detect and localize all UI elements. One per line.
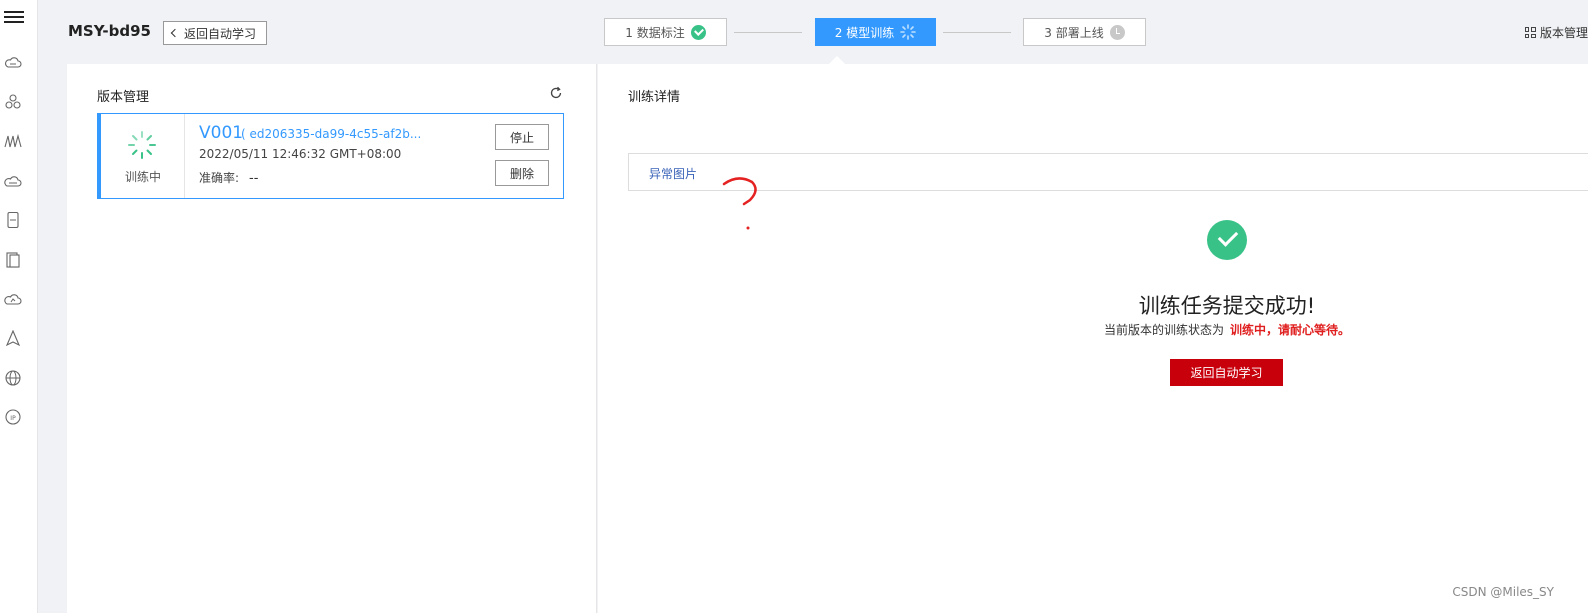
version-timestamp: 2022/05/11 12:46:32 GMT+08:00 — [199, 147, 402, 161]
check-circle-icon — [690, 24, 706, 40]
hamburger-menu-icon[interactable] — [4, 8, 24, 28]
success-title: 训练任务提交成功! — [1138, 294, 1316, 318]
version-id: ( ed206335-da99-4c55-af2b... — [241, 127, 422, 141]
step-data-labeling[interactable]: 1 数据标注 — [604, 18, 727, 46]
svg-text:IP: IP — [10, 415, 16, 422]
step-connector — [943, 32, 1011, 33]
cloud-service-icon[interactable] — [4, 54, 22, 72]
accuracy-value: -- — [249, 171, 259, 186]
details-tab-bar: 异常图片 — [628, 153, 1588, 191]
version-management-label: 版本管理 — [1539, 26, 1588, 40]
panel-title: 训练详情 — [628, 90, 681, 105]
version-management-link[interactable]: 版本管理 — [1524, 24, 1588, 41]
status-label: 训练中 — [124, 170, 161, 184]
delete-button[interactable]: 删除 — [495, 160, 549, 186]
top-bar: MSY-bd95 返回自动学习 1 数据标注 2 模型训练 3 部署上线 版本管… — [38, 0, 1588, 64]
refresh-icon[interactable] — [549, 86, 563, 100]
stop-button[interactable]: 停止 — [495, 124, 549, 150]
step-model-training[interactable]: 2 模型训练 — [815, 18, 936, 46]
step-label: 1 数据标注 — [625, 25, 685, 40]
grid-icon — [1524, 27, 1536, 38]
training-spinner-icon — [128, 131, 156, 159]
return-to-autolearning-button[interactable]: 返回自动学习 — [1170, 359, 1283, 386]
step-label: 2 模型训练 — [834, 25, 895, 40]
version-status: 训练中 — [101, 114, 185, 198]
watermark: CSDN @Miles_SY — [1452, 585, 1554, 599]
loading-spinner-icon — [900, 24, 917, 40]
success-check-icon — [1207, 220, 1247, 260]
version-card[interactable]: 训练中 V001 ( ed206335-da99-4c55-af2b... 20… — [97, 113, 564, 199]
tab-abnormal-images[interactable]: 异常图片 — [649, 165, 697, 182]
accuracy-label: 准确率: — [199, 171, 240, 185]
step-label: 3 部署上线 — [1044, 25, 1104, 40]
back-button-label: 返回自动学习 — [184, 26, 257, 41]
back-to-autolearning-button[interactable]: 返回自动学习 — [163, 21, 268, 45]
waveform-icon[interactable] — [4, 132, 22, 150]
version-management-panel: 版本管理 训练中 V001 ( ed206335-da99-4c55-af2b.… — [67, 64, 597, 613]
device-icon[interactable] — [4, 211, 22, 229]
version-accuracy: 准确率: -- — [199, 169, 258, 186]
chevron-left-icon — [170, 28, 180, 38]
training-details-panel: 训练详情 异常图片 训练任务提交成功! 当前版本的训练状态为 训练中，请耐心等待。… — [598, 64, 1588, 613]
ip-icon[interactable]: IP — [4, 408, 22, 426]
success-prefix: 当前版本的训练状态为 — [1103, 323, 1224, 337]
version-name[interactable]: V001 — [199, 123, 243, 143]
document-icon[interactable] — [4, 251, 22, 269]
deploy-icon[interactable] — [4, 329, 22, 348]
hand-drawn-question-mark — [722, 177, 757, 230]
clock-icon — [1109, 24, 1125, 40]
success-message: 当前版本的训练状态为 训练中，请耐心等待。 — [598, 321, 1588, 338]
cloud-monitor-icon[interactable] — [4, 290, 22, 308]
success-highlight: 训练中，请耐心等待。 — [1230, 323, 1351, 337]
step-connector — [734, 32, 802, 33]
step-deploy-online[interactable]: 3 部署上线 — [1023, 18, 1146, 46]
project-title: MSY-bd95 — [68, 22, 151, 40]
cloud-storage-icon[interactable] — [4, 172, 22, 190]
active-step-pointer — [829, 56, 845, 64]
cluster-icon[interactable] — [4, 93, 22, 111]
globe-icon[interactable] — [4, 369, 22, 387]
left-icon-rail: IP — [0, 0, 38, 613]
panel-title: 版本管理 — [97, 90, 150, 105]
